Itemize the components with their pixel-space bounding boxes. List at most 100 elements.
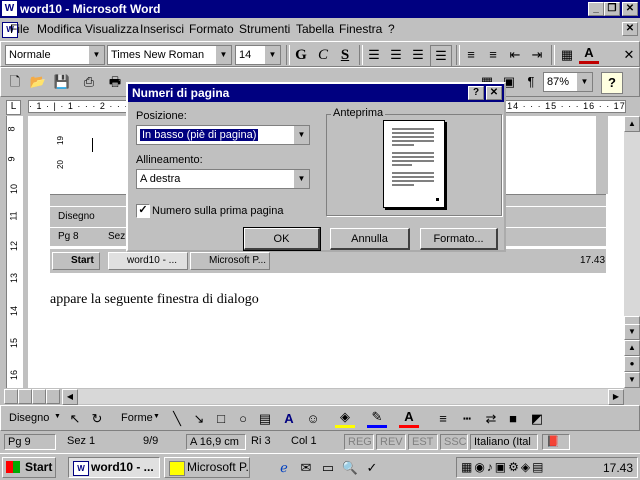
- doc-close-button[interactable]: ✕: [622, 22, 638, 36]
- title-bar[interactable]: W word10 - Microsoft Word _ ❐ ✕: [0, 0, 640, 18]
- bold-button[interactable]: G: [291, 45, 311, 65]
- scroll-left-icon[interactable]: ◀: [62, 389, 78, 405]
- italic-button[interactable]: C: [313, 45, 333, 65]
- dialog-title-bar[interactable]: Numeri di pagina ? ✕: [128, 84, 504, 102]
- format-button[interactable]: Formato...: [420, 228, 498, 250]
- style-combo[interactable]: Normale ▼: [5, 45, 105, 65]
- explorer-icon[interactable]: 🔍: [340, 458, 360, 478]
- arrow-style-icon[interactable]: ⇄: [481, 409, 501, 429]
- chevron-down-icon[interactable]: ▼: [88, 46, 104, 64]
- help-button[interactable]: ?: [601, 72, 623, 94]
- bullet-list-icon[interactable]: ≡: [483, 45, 503, 65]
- chevron-down-icon[interactable]: ▼: [293, 170, 309, 188]
- document-text[interactable]: appare la seguente finestra di dialogo: [50, 292, 259, 308]
- menu-visualizza[interactable]: Visualizza: [85, 22, 139, 36]
- page-view-icon[interactable]: [32, 389, 46, 404]
- font-combo[interactable]: Times New Roman ▼: [107, 45, 232, 65]
- arrow-icon[interactable]: ↘: [189, 409, 209, 429]
- line-style-icon[interactable]: ≡: [433, 409, 453, 429]
- hscroll-track[interactable]: [78, 389, 608, 404]
- ie-icon[interactable]: ℯ: [274, 458, 294, 478]
- font-color-icon[interactable]: A: [579, 45, 599, 64]
- restore-button[interactable]: ❐: [604, 2, 620, 16]
- wordart-icon[interactable]: A: [279, 409, 299, 429]
- chevron-down-icon[interactable]: ▼: [264, 46, 280, 64]
- draw-menu[interactable]: Disegno: [9, 412, 49, 424]
- status-rec[interactable]: REG: [344, 434, 374, 450]
- browse-object-icon[interactable]: ●: [624, 356, 640, 372]
- shadow-icon[interactable]: ■: [503, 409, 523, 429]
- next-page-icon[interactable]: ▼: [624, 372, 640, 388]
- 3d-icon[interactable]: ◩: [527, 409, 547, 429]
- font-color-icon[interactable]: A: [399, 409, 419, 428]
- menu-inserisci[interactable]: Inserisci: [140, 22, 184, 36]
- align-left-icon[interactable]: ☰: [364, 45, 384, 65]
- zoom-combo[interactable]: 87% ▼: [543, 72, 593, 92]
- shapes-menu[interactable]: Forme: [121, 412, 153, 424]
- channels-icon[interactable]: ✓: [362, 458, 382, 478]
- chevron-down-icon[interactable]: ▼: [54, 413, 61, 420]
- prev-page-icon[interactable]: ▲: [624, 340, 640, 356]
- save-icon[interactable]: 💾: [52, 72, 72, 92]
- scroll-down-icon[interactable]: ▼: [624, 324, 640, 340]
- print-icon[interactable]: ⎙: [79, 72, 99, 92]
- menu-file[interactable]: File: [10, 22, 29, 36]
- layout-view-icon[interactable]: [18, 389, 32, 404]
- menu-tabella[interactable]: Tabella: [296, 22, 334, 36]
- close-toolbar-icon[interactable]: ✕: [619, 45, 639, 65]
- status-ext[interactable]: EST: [408, 434, 438, 450]
- horizontal-scrollbar[interactable]: ◀ ▶: [0, 388, 640, 405]
- tab-selector[interactable]: L: [6, 100, 21, 115]
- line-icon[interactable]: ╲: [167, 409, 187, 429]
- ok-button[interactable]: OK: [243, 227, 321, 251]
- clipart-icon[interactable]: ☺: [303, 409, 323, 429]
- dialog-close-button[interactable]: ✕: [486, 86, 502, 100]
- chevron-down-icon[interactable]: ▼: [576, 73, 592, 91]
- menu-strumenti[interactable]: Strumenti: [239, 22, 290, 36]
- scroll-up-icon[interactable]: ▲: [624, 116, 640, 132]
- status-language[interactable]: Italiano (Ital: [470, 434, 538, 450]
- first-page-label[interactable]: Numero sulla prima pagina: [152, 205, 283, 217]
- print-preview-icon[interactable]: 🖶: [105, 72, 125, 92]
- scroll-right-icon[interactable]: ▶: [608, 389, 624, 405]
- border-icon[interactable]: ▦: [557, 45, 577, 65]
- menu-finestra[interactable]: Finestra: [339, 22, 382, 36]
- word-app-icon[interactable]: W: [2, 1, 17, 16]
- normal-view-icon[interactable]: [4, 389, 18, 404]
- underline-button[interactable]: S: [335, 45, 355, 65]
- minimize-button[interactable]: _: [588, 2, 604, 16]
- chevron-down-icon[interactable]: ▼: [293, 126, 309, 144]
- dialog-help-button[interactable]: ?: [468, 86, 484, 100]
- status-ovr[interactable]: SSC: [440, 434, 468, 450]
- menu-modifica[interactable]: Modifica: [37, 22, 82, 36]
- menu-formato[interactable]: Formato: [189, 22, 234, 36]
- line-color-icon[interactable]: ✎: [367, 409, 387, 428]
- chevron-down-icon[interactable]: ▼: [215, 46, 231, 64]
- align-center-icon[interactable]: ☰: [386, 45, 406, 65]
- alignment-select[interactable]: A destra ▼: [136, 169, 310, 189]
- spellcheck-icon[interactable]: 📕: [542, 434, 570, 450]
- clock[interactable]: 17.43: [603, 461, 633, 475]
- rotate-icon[interactable]: ↻: [87, 409, 107, 429]
- select-arrow-icon[interactable]: ↖: [65, 409, 85, 429]
- desktop-icon[interactable]: ▭: [318, 458, 338, 478]
- textbox-icon[interactable]: ▤: [255, 409, 275, 429]
- taskbar-word[interactable]: W word10 - ...: [68, 457, 160, 478]
- vertical-scrollbar[interactable]: ▲ ▼ ▲ ● ▼: [624, 116, 640, 388]
- align-right-icon[interactable]: ☰: [408, 45, 428, 65]
- chevron-down-icon[interactable]: ▼: [153, 413, 160, 420]
- start-button[interactable]: Start: [2, 457, 56, 478]
- fill-color-icon[interactable]: ◈: [335, 409, 355, 428]
- open-folder-icon[interactable]: 📂: [28, 72, 48, 92]
- cancel-button[interactable]: Annulla: [330, 228, 410, 250]
- dash-style-icon[interactable]: ┅: [457, 409, 477, 429]
- outlook-icon[interactable]: ✉: [296, 458, 316, 478]
- menu-help[interactable]: ?: [388, 22, 395, 36]
- paragraph-mark-icon[interactable]: ¶: [521, 72, 541, 92]
- numbered-list-icon[interactable]: ≡: [461, 45, 481, 65]
- outline-view-icon[interactable]: [46, 389, 60, 404]
- indent-more-icon[interactable]: ⇥: [527, 45, 547, 65]
- oval-icon[interactable]: ○: [233, 409, 253, 429]
- status-rev[interactable]: REV: [376, 434, 406, 450]
- tray-icons[interactable]: ▦◉♪▣⚙◈▤: [461, 460, 545, 474]
